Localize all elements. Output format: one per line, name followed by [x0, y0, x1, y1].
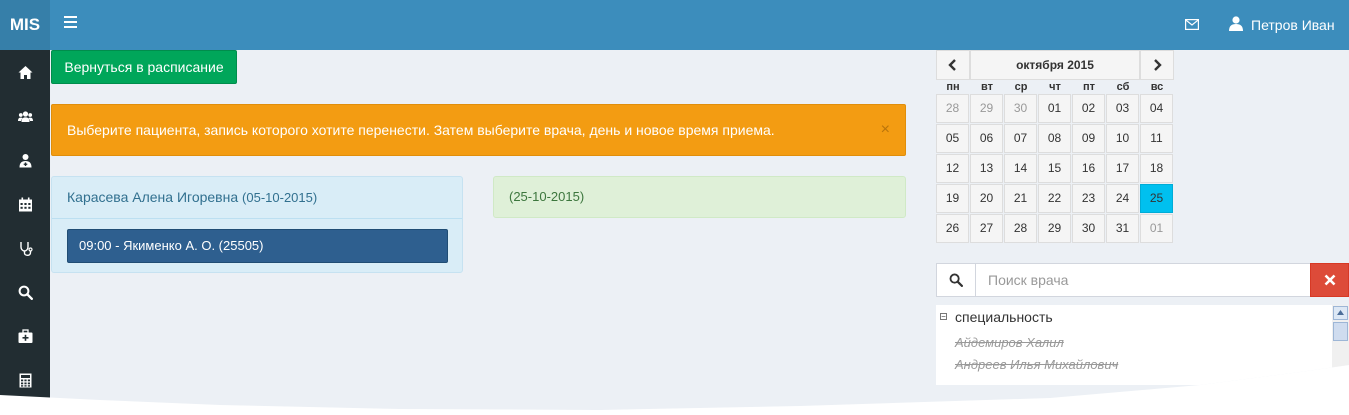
calendar-day[interactable]: 06: [970, 124, 1003, 153]
scroll-up-arrow-icon[interactable]: [1333, 306, 1348, 320]
doctor-search-box: [936, 263, 1349, 297]
doctor-tree: − специальность Айдемиров Халил Андреев …: [936, 305, 1349, 385]
calendar-day[interactable]: 24: [1106, 184, 1139, 213]
calendar-day[interactable]: 04: [1140, 94, 1173, 123]
weekday-header: пн: [946, 81, 960, 93]
collapse-toggle-icon[interactable]: −: [940, 313, 947, 321]
weekday-header: пт: [1082, 81, 1096, 93]
calendar-icon: [18, 197, 32, 211]
sidebar-item-patients[interactable]: [0, 94, 50, 138]
calendar-day[interactable]: 21: [1004, 184, 1037, 213]
chevron-right-icon: [1154, 59, 1162, 71]
calendar-day[interactable]: 19: [936, 184, 969, 213]
sidebar-item-medkit[interactable]: [0, 314, 50, 358]
app-window: MIS Петров Иван Вернуться в расписание В…: [0, 0, 1349, 410]
user-icon[interactable]: [1229, 16, 1243, 31]
tree-group-specialty[interactable]: специальность: [955, 309, 1053, 325]
weekday-header: ср: [1014, 81, 1028, 93]
sidebar-item-medical[interactable]: [0, 226, 50, 270]
calendar-day[interactable]: 29: [970, 94, 1003, 123]
calendar-day[interactable]: 27: [970, 214, 1003, 243]
alert-text: Выберите пациента, запись которого хотит…: [67, 122, 775, 138]
sidebar-item-search[interactable]: [0, 270, 50, 314]
calendar-month-title[interactable]: октября 2015: [970, 50, 1140, 80]
calendar-day[interactable]: 02: [1072, 94, 1105, 123]
home-icon: [18, 65, 32, 79]
sidebar: [0, 50, 50, 410]
top-navbar: MIS Петров Иван: [0, 0, 1349, 50]
calendar-day[interactable]: 14: [1004, 154, 1037, 183]
calendar-day[interactable]: 12: [936, 154, 969, 183]
sidebar-item-doctors[interactable]: [0, 138, 50, 182]
calendar-day[interactable]: 31: [1106, 214, 1139, 243]
calendar-day[interactable]: 28: [1004, 214, 1037, 243]
calendar-day[interactable]: 30: [1072, 214, 1105, 243]
doctor-search-input[interactable]: [976, 264, 1306, 296]
search-addon: [937, 264, 976, 296]
calculator-icon: [19, 373, 31, 387]
calendar-day[interactable]: 17: [1106, 154, 1139, 183]
weekday-header: вс: [1150, 81, 1164, 93]
calendar-day[interactable]: 16: [1072, 154, 1105, 183]
search-icon: [949, 273, 963, 287]
calendar-day[interactable]: 28: [936, 94, 969, 123]
calendar-day[interactable]: 01: [1140, 214, 1173, 243]
users-icon: [17, 110, 33, 122]
medkit-icon: [18, 328, 32, 343]
new-date-panel: (25-10-2015): [493, 176, 906, 218]
calendar-day[interactable]: 22: [1038, 184, 1071, 213]
calendar-day[interactable]: 25: [1140, 184, 1173, 213]
envelope-icon[interactable]: [1185, 19, 1199, 30]
calendar-day[interactable]: 20: [970, 184, 1003, 213]
scroll-thumb[interactable]: [1333, 322, 1348, 341]
chevron-left-icon: [948, 59, 956, 71]
doctor-item[interactable]: Айдемиров Халил: [955, 335, 1064, 350]
patient-panel: Карасева Алена Игоревна (05-10-2015) 09:…: [51, 176, 463, 273]
calendar-day[interactable]: 09: [1072, 124, 1105, 153]
alert-close-icon[interactable]: ×: [881, 105, 890, 155]
instruction-alert: Выберите пациента, запись которого хотит…: [51, 104, 906, 156]
calendar-prev-button[interactable]: [936, 50, 970, 80]
appointment-button[interactable]: 09:00 - Якименко А. О. (25505): [67, 229, 448, 263]
weekday-header: вт: [980, 81, 993, 93]
calendar-day[interactable]: 08: [1038, 124, 1071, 153]
patient-appointment-date: (05-10-2015): [242, 190, 318, 205]
calendar-day[interactable]: 29: [1038, 214, 1071, 243]
calendar-day[interactable]: 11: [1140, 124, 1173, 153]
doctor-item[interactable]: Андреев Илья Михайлович: [955, 357, 1118, 372]
stethoscope-icon: [19, 241, 33, 256]
calendar-day[interactable]: 10: [1106, 124, 1139, 153]
sidebar-item-home[interactable]: [0, 50, 50, 94]
new-appointment-date: (25-10-2015): [509, 189, 585, 204]
calendar-day[interactable]: 05: [936, 124, 969, 153]
calendar-day[interactable]: 03: [1106, 94, 1139, 123]
brand-logo[interactable]: MIS: [0, 0, 50, 50]
calendar-next-button[interactable]: [1140, 50, 1174, 80]
patient-panel-header[interactable]: Карасева Алена Игоревна (05-10-2015): [52, 177, 462, 219]
calendar-day[interactable]: 26: [936, 214, 969, 243]
calendar-day[interactable]: 23: [1072, 184, 1105, 213]
back-to-schedule-button[interactable]: Вернуться в расписание: [51, 50, 237, 84]
weekday-header: чт: [1049, 81, 1061, 93]
clear-search-button[interactable]: [1310, 263, 1349, 297]
user-name[interactable]: Петров Иван: [1251, 17, 1335, 33]
calendar-day[interactable]: 18: [1140, 154, 1173, 183]
patient-name: Карасева Алена Игоревна: [67, 189, 239, 205]
calendar-day[interactable]: 01: [1038, 94, 1071, 123]
doctor-icon: [19, 153, 31, 167]
sidebar-item-calculator[interactable]: [0, 358, 50, 402]
search-icon: [18, 285, 33, 300]
sidebar-item-schedule[interactable]: [0, 182, 50, 226]
calendar-day[interactable]: 13: [970, 154, 1003, 183]
calendar-day[interactable]: 07: [1004, 124, 1037, 153]
calendar-day[interactable]: 15: [1038, 154, 1071, 183]
calendar-day[interactable]: 30: [1004, 94, 1037, 123]
hamburger-menu-icon[interactable]: [64, 16, 77, 28]
close-icon: [1324, 274, 1335, 286]
weekday-header: сб: [1116, 81, 1130, 93]
